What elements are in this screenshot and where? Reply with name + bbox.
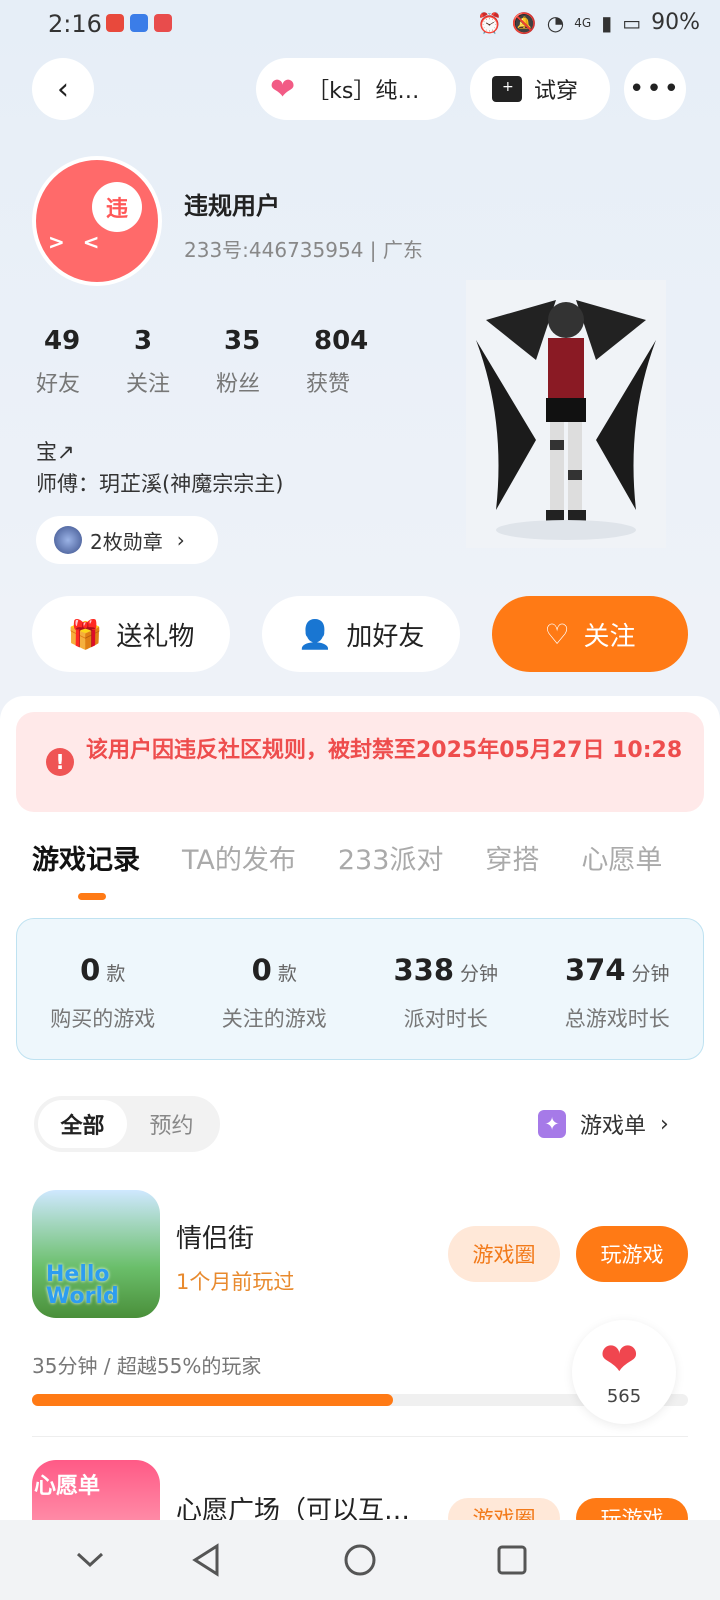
add-friend-button[interactable]: 👤 加好友 [262,596,460,672]
filter-toggle: 全部 预约 [34,1096,220,1152]
stat-fans[interactable]: 35 粉丝 [216,326,306,398]
active-tab-indicator [78,893,106,900]
chevron-right-icon: › [176,528,185,552]
medals-pill[interactable]: 2枚勋章 › [36,516,218,564]
app-notification-icon [106,14,124,32]
tab-posts[interactable]: TA的发布 [182,838,296,877]
status-app-icons [106,14,172,32]
collapse-icon[interactable] [68,1538,112,1582]
status-bar: 2:16 ⏰ 🔕 ◔ 4G ▮ ▭ 90% [0,0,720,48]
signal-icon: ▮ [601,10,613,35]
play-game-button[interactable]: 玩游戏 [576,1226,688,1282]
follow-button[interactable]: ♡ 关注 [492,596,688,672]
stat-purchased-games[interactable]: 0款 购买的游戏 [17,919,189,1059]
avatar[interactable]: 违 >< [32,156,162,286]
game-circle-button[interactable]: 游戏圈 [448,1226,560,1282]
song-title: ［ks］纯… [307,79,420,104]
gift-icon: 🎁 [67,617,103,651]
more-icon: ••• [628,74,681,104]
ban-notice: ! 该用户因违反社区规则，被封禁至2025年05月27日 10:28 [16,712,704,812]
play-progress-fill [32,1394,393,1406]
heart-icon: ❤ [600,1332,639,1386]
tab-party[interactable]: 233派对 [338,838,444,877]
try-on-button[interactable]: 试穿 [470,58,610,120]
baidu-icon [130,14,148,32]
back-button[interactable]: ‹ [32,58,94,120]
filter-all[interactable]: 全部 [38,1100,127,1148]
add-person-icon: 👤 [297,617,333,651]
character-avatar-image[interactable] [466,280,666,548]
sparkle-icon: ✦ [538,1110,566,1138]
song-pill[interactable]: ❤ ［ks］纯… [256,58,456,120]
profile-stats: 49 好友 3 关注 35 粉丝 804 获赞 [36,326,396,398]
battery-icon: ▭ [622,10,642,35]
game-last-played: 1个月前玩过 [176,1270,295,1294]
alert-icon: ! [46,748,74,776]
shirt-icon [492,76,522,102]
more-button[interactable]: ••• [624,58,686,120]
tab-bar: 游戏记录 TA的发布 233派对 穿搭 心愿单 [32,838,704,877]
medals-label: 2枚勋章 [90,529,163,554]
wifi-icon: ◔ [546,10,565,35]
recents-nav-icon[interactable] [490,1538,534,1582]
chevron-right-icon: › [660,1111,669,1137]
heart-icon: ❤ [270,71,296,107]
like-count: 565 [606,1386,642,1407]
game-icon[interactable]: Hello World [32,1190,160,1318]
bio-line-2: 师傅：玥芷溪(神魔宗宗主) [36,472,284,496]
try-on-label: 试穿 [534,79,579,104]
game-stats-card: 0款 购买的游戏 0款 关注的游戏 338 分钟 派对时长 374 分钟 总游戏时长 [16,918,704,1060]
game-list-link[interactable]: ✦ 游戏单 › [538,1108,669,1140]
medal-icon [54,526,82,554]
send-gift-button[interactable]: 🎁 送礼物 [32,596,230,672]
game-icon-logo: World [46,1284,119,1309]
back-nav-icon[interactable] [184,1538,228,1582]
status-time: 2:16 [48,10,102,38]
book-icon [154,14,172,32]
stat-followed-games[interactable]: 0款 关注的游戏 [189,919,361,1059]
mute-icon: 🔕 [511,10,537,35]
stat-party-time[interactable]: 338 分钟 派对时长 [360,919,532,1059]
stat-friends[interactable]: 49 好友 [36,326,126,398]
user-id: 233号:446735954 | 广东 [184,238,423,262]
battery-level: 90% [651,10,700,35]
stat-total-game-time[interactable]: 374 分钟 总游戏时长 [532,919,704,1059]
game-icon-badge: 心愿单 [34,1474,101,1499]
top-bar: ‹ ❤ ［ks］纯… 试穿 ••• [0,58,720,120]
avatar-face-icon: >< [48,230,118,254]
status-right: ⏰ 🔕 ◔ 4G ▮ ▭ 90% [477,10,700,35]
ban-notice-text: 该用户因违反社区规则，被封禁至2025年05月27日 10:28 [86,738,683,763]
alarm-icon: ⏰ [476,10,502,35]
divider [32,1436,688,1437]
network-icon: 4G [574,15,592,30]
tab-game-records[interactable]: 游戏记录 [32,838,140,877]
home-nav-icon[interactable] [338,1538,382,1582]
game-title[interactable]: 情侣街 [176,1218,254,1255]
like-button[interactable]: ❤ 565 [572,1320,676,1424]
system-nav-bar [0,1520,720,1600]
stat-following[interactable]: 3 关注 [126,326,216,398]
bio-line-1: 宝↗ [36,440,75,464]
heart-plus-icon: ♡ [544,617,570,651]
play-progress-text: 35分钟 / 超越55%的玩家 [32,1354,262,1378]
violation-badge: 违 [92,182,142,232]
tab-wishlist[interactable]: 心愿单 [581,838,662,877]
username: 违规用户 [184,192,280,220]
game-icon[interactable]: 心愿单 [32,1460,160,1520]
filter-reserve[interactable]: 预约 [127,1100,216,1148]
stat-likes[interactable]: 804 获赞 [306,326,396,398]
chevron-left-icon: ‹ [57,71,69,107]
tab-outfits[interactable]: 穿搭 [485,838,539,877]
